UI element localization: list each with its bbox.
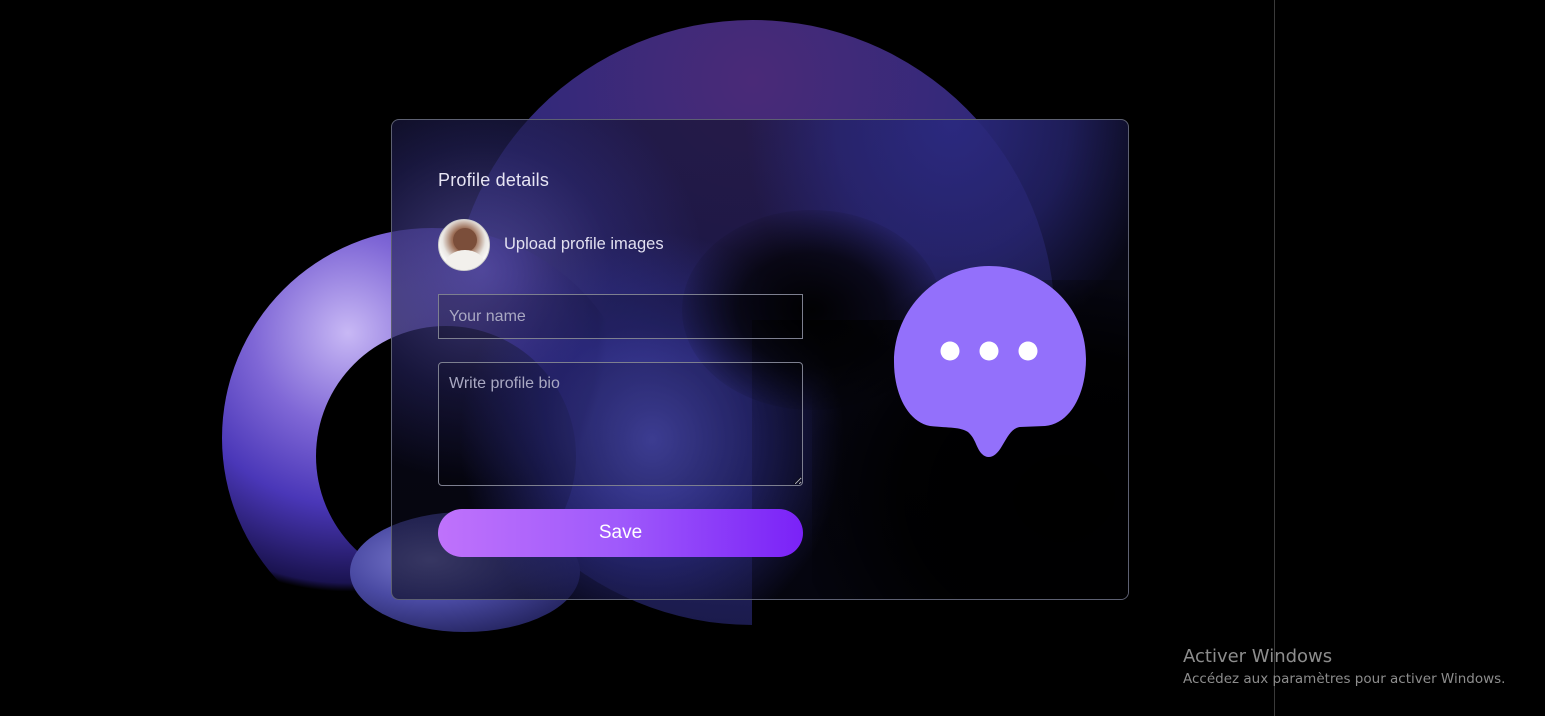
card-title: Profile details [438, 170, 550, 190]
bio-textarea[interactable] [438, 362, 803, 486]
profile-card: Profile details Upload profile images Sa… [391, 119, 1129, 600]
page-background: Profile details Upload profile images Sa… [0, 0, 1545, 716]
name-input[interactable] [438, 294, 803, 339]
avatar[interactable] [438, 219, 490, 271]
watermark-subtitle: Accédez aux paramètres pour activer Wind… [1183, 671, 1506, 687]
watermark-title: Activer Windows [1183, 646, 1333, 667]
chat-bubble-dots-icon [894, 266, 1086, 458]
screen-divider [1274, 0, 1275, 716]
save-button[interactable]: Save [438, 509, 803, 557]
windows-activation-watermark: Activer Windows Accédez aux paramètres p… [1183, 646, 1505, 687]
upload-profile-image-link[interactable]: Upload profile images [504, 235, 664, 254]
